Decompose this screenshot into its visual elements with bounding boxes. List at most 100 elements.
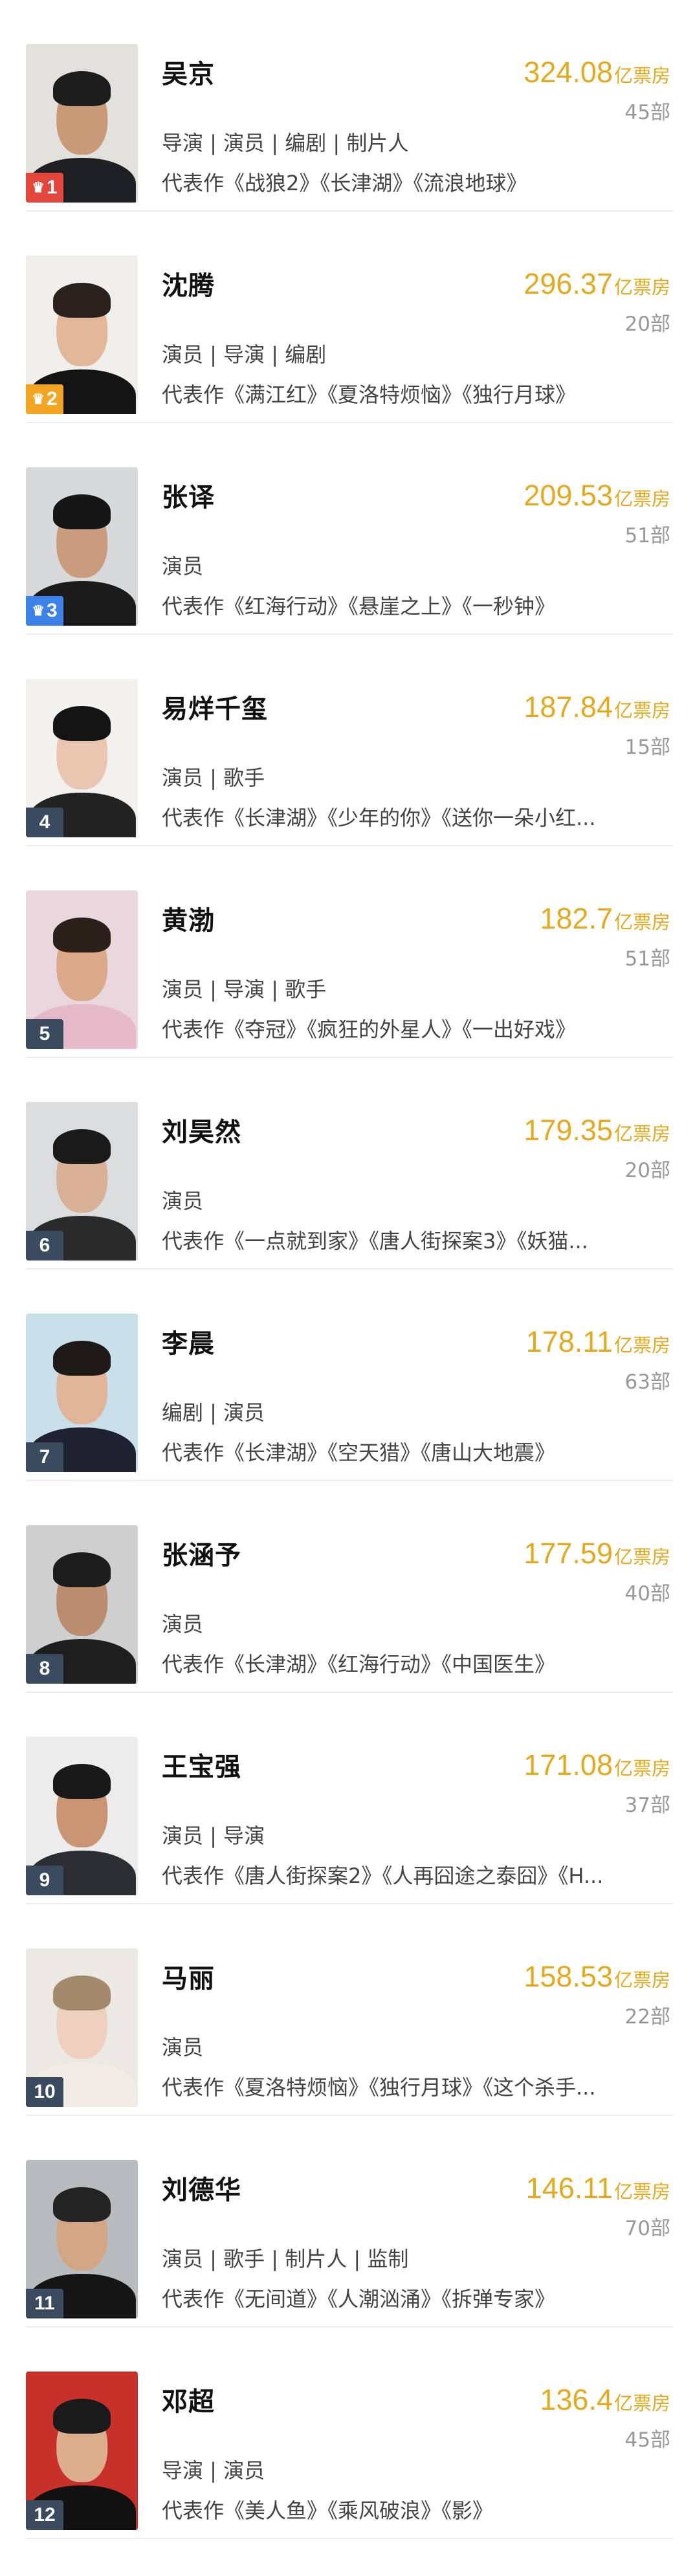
film-count: 20部 [624,1159,670,1182]
rank-badge: 5 [26,1019,63,1049]
photo-hair [52,705,111,741]
rank-badge: ♛ 2 [26,384,63,414]
rank-number: 9 [39,1869,50,1891]
list-item[interactable]: 5 黄渤 182.7 亿票房 51部 演员 | 导演 | 歌手 代表作《夺冠》《… [0,846,695,1058]
avatar[interactable]: 5 [26,890,138,1049]
box-office: 136.4 亿票房 [540,2383,670,2417]
box-office-value: 136.4 [540,2383,613,2416]
person-name[interactable]: 马丽 [162,1957,215,1995]
person-name[interactable]: 黄渤 [162,899,215,937]
avatar[interactable]: ♛ 1 [26,44,138,203]
rank-badge: ♛ 1 [26,173,63,203]
film-count: 40部 [624,1582,670,1605]
rank-badge: 9 [26,1866,63,1895]
person-name[interactable]: 李晨 [162,1323,215,1360]
person-name[interactable]: 刘昊然 [162,1111,241,1149]
box-office-value: 171.08 [524,1748,613,1781]
box-office-unit: 亿票房 [613,1546,670,1568]
person-roles: 导演 | 演员 [162,2458,265,2483]
rank-badge: 6 [26,1231,63,1260]
list-item[interactable]: 8 张涵予 177.59 亿票房 40部 演员 代表作《长津湖》《红海行动》《中… [0,1481,695,1693]
box-office-value: 209.53 [524,479,613,512]
rank-badge: 4 [26,808,63,837]
person-name[interactable]: 张涵予 [162,1534,241,1572]
box-office-unit: 亿票房 [613,1969,670,1991]
person-roles: 演员 | 导演 | 编剧 [162,342,327,367]
box-office-unit: 亿票房 [613,1123,670,1145]
representative-works: 代表作《长津湖》《空天猎》《唐山大地震》 [162,1440,556,1465]
film-count: 15部 [624,736,670,759]
avatar[interactable]: 11 [26,2160,138,2318]
list-item[interactable]: 12 邓超 136.4 亿票房 45部 导演 | 演员 代表作《美人鱼》《乘风破… [0,2328,695,2539]
avatar[interactable]: 7 [26,1314,138,1472]
person-roles: 演员 [162,2035,204,2060]
film-count: 45部 [624,2428,670,2452]
representative-works: 代表作《无间道》《人潮汹涌》《拆弹专家》 [162,2287,556,2311]
list-item[interactable]: 6 刘昊然 179.35 亿票房 20部 演员 代表作《一点就到家》《唐人街探案… [0,1058,695,1270]
representative-works: 代表作《夺冠》《疯狂的外星人》《一出好戏》 [162,1017,577,1042]
person-name[interactable]: 吴京 [162,53,215,91]
person-name[interactable]: 邓超 [162,2381,215,2418]
rank-number: 5 [39,1023,50,1044]
avatar[interactable]: 6 [26,1102,138,1260]
avatar[interactable]: ♛ 2 [26,256,138,414]
photo-hair [52,2186,111,2222]
photo-hair [52,1763,111,1799]
rank-number: 2 [47,388,58,410]
list-item[interactable]: 4 易烊千玺 187.84 亿票房 15部 演员 | 歌手 代表作《长津湖》《少… [0,635,695,846]
box-office: 146.11 亿票房 [526,2172,670,2205]
representative-works: 代表作《夏洛特烦恼》《独行月球》《这个杀手... [162,2075,596,2100]
box-office: 209.53 亿票房 [524,479,670,512]
box-office: 177.59 亿票房 [524,1537,670,1570]
box-office: 324.08 亿票房 [524,56,670,89]
photo-hair [52,1340,111,1376]
avatar[interactable]: 4 [26,679,138,837]
avatar[interactable]: 9 [26,1737,138,1895]
person-roles: 演员 | 歌手 [162,765,265,790]
box-office: 171.08 亿票房 [524,1748,670,1782]
rank-number: 6 [39,1235,50,1256]
person-name[interactable]: 刘德华 [162,2169,241,2207]
box-office-value: 296.37 [524,267,613,300]
person-name[interactable]: 沈腾 [162,265,215,302]
person-roles: 演员 | 导演 [162,1823,265,1848]
avatar[interactable]: 10 [26,1948,138,2107]
representative-works: 代表作《唐人街探案2》《人再囧途之泰囧》《H... [162,1864,604,1888]
person-name[interactable]: 王宝强 [162,1746,241,1783]
divider [26,2538,673,2539]
rank-badge: 8 [26,1654,63,1684]
crown-icon: ♛ [32,391,45,407]
box-office-unit: 亿票房 [613,911,670,933]
rank-number: 11 [34,2293,55,2314]
list-item[interactable]: 10 马丽 158.53 亿票房 22部 演员 代表作《夏洛特烦恼》《独行月球》… [0,1904,695,2116]
representative-works: 代表作《美人鱼》《乘风破浪》《影》 [162,2498,494,2523]
list-item[interactable]: ♛ 1 吴京 324.08 亿票房 45部 导演 | 演员 | 编剧 | 制片人… [0,0,695,212]
photo-hair [52,2398,111,2434]
crown-icon: ♛ [32,602,45,619]
person-name[interactable]: 张译 [162,476,215,514]
avatar[interactable]: 8 [26,1525,138,1684]
rank-badge: 10 [26,2077,63,2107]
list-item[interactable]: ♛ 2 沈腾 296.37 亿票房 20部 演员 | 导演 | 编剧 代表作《满… [0,212,695,423]
box-office-value: 324.08 [524,56,613,89]
box-office: 178.11 亿票房 [526,1325,670,1359]
list-item[interactable]: 11 刘德华 146.11 亿票房 70部 演员 | 歌手 | 制片人 | 监制… [0,2116,695,2328]
rank-number: 12 [34,2504,56,2526]
representative-works: 代表作《一点就到家》《唐人街探案3》《妖猫... [162,1229,588,1253]
person-roles: 导演 | 演员 | 编剧 | 制片人 [162,131,409,155]
box-office-unit: 亿票房 [613,488,670,510]
avatar[interactable]: ♛ 3 [26,467,138,626]
rank-badge: 7 [26,1442,63,1472]
box-office-value: 187.84 [524,690,613,723]
person-name[interactable]: 易烊千玺 [162,688,268,725]
list-item[interactable]: 9 王宝强 171.08 亿票房 37部 演员 | 导演 代表作《唐人街探案2》… [0,1693,695,1904]
box-office: 187.84 亿票房 [524,690,670,724]
person-roles: 演员 [162,1189,204,1213]
rank-number: 10 [34,2081,56,2102]
list-item[interactable]: ♛ 3 张译 209.53 亿票房 51部 演员 代表作《红海行动》《悬崖之上》… [0,423,695,635]
avatar[interactable]: 12 [26,2372,138,2530]
photo-hair [52,1552,111,1587]
photo-hair [52,71,111,106]
list-item[interactable]: 7 李晨 178.11 亿票房 63部 编剧 | 演员 代表作《长津湖》《空天猎… [0,1270,695,1481]
film-count: 45部 [624,101,670,124]
